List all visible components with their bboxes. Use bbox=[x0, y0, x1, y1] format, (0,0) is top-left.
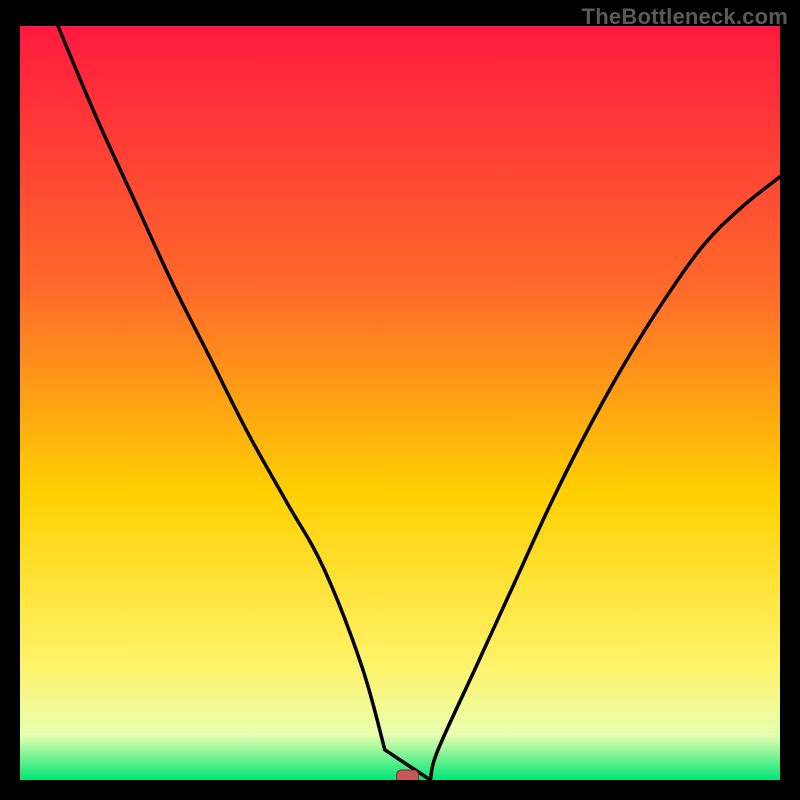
watermark-text: TheBottleneck.com bbox=[582, 4, 788, 30]
plot-area bbox=[20, 26, 780, 780]
chart-svg bbox=[20, 26, 780, 780]
gradient-background bbox=[20, 26, 780, 780]
optimum-marker bbox=[397, 770, 419, 780]
chart-frame: TheBottleneck.com bbox=[0, 0, 800, 800]
